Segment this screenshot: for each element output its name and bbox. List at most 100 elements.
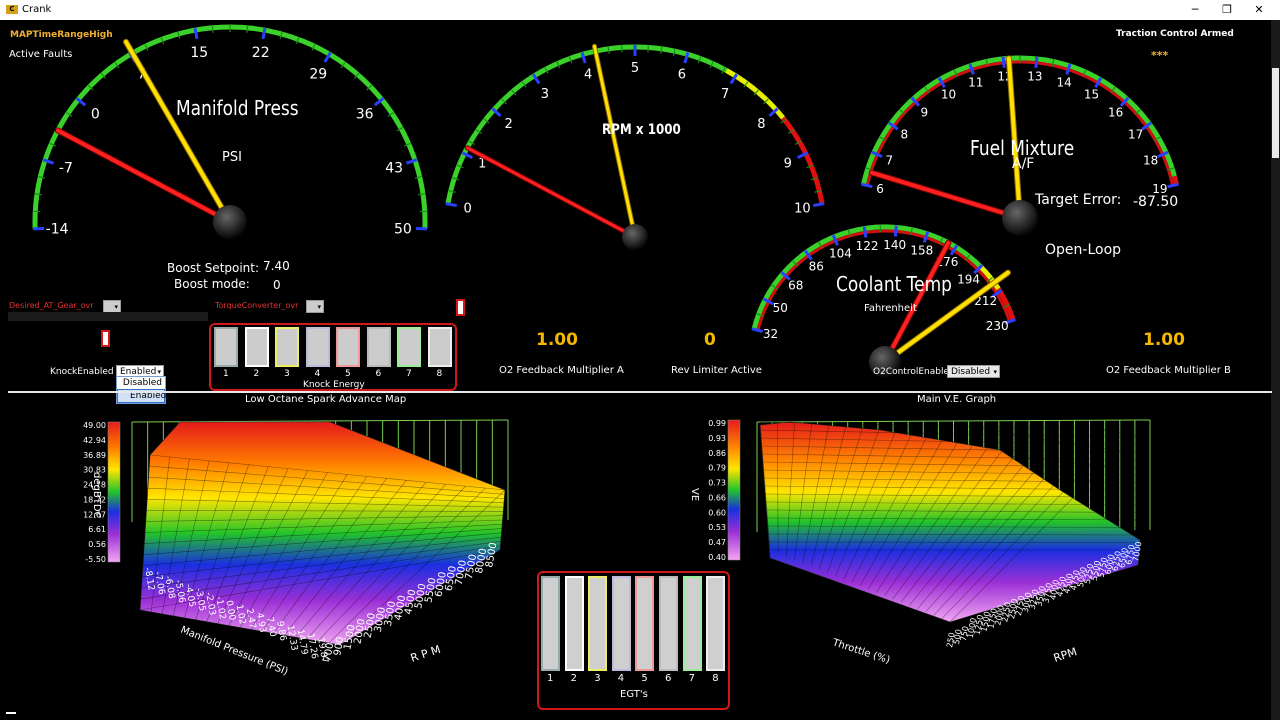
gauge-tick-label: 50 bbox=[773, 301, 788, 315]
gauge-tick-label: 36 bbox=[356, 107, 374, 123]
manifold-gauge-title: Manifold Press bbox=[176, 96, 299, 120]
egt-channel-label: 3 bbox=[594, 673, 601, 684]
spark-advance-surface[interactable]: 49.0042.9436.8930.8324.7818.7212.676.610… bbox=[0, 400, 509, 678]
chevron-down-icon: ▾ bbox=[993, 368, 997, 376]
torque-converter-select[interactable]: ▾ bbox=[306, 300, 324, 313]
boost-mode-label: Boost mode: bbox=[174, 277, 250, 291]
coolant-temp-gauge: 32506886104122 140 158176194212230 bbox=[751, 224, 1016, 378]
gauge-tick-label: -14 bbox=[46, 221, 69, 237]
gauge-tick-label: 4 bbox=[584, 68, 592, 83]
egt-channel-label: 6 bbox=[665, 673, 672, 684]
gauge-tick-label: 15 bbox=[190, 45, 208, 61]
o2-multiplier-b-label: O2 Feedback Multiplier B bbox=[1106, 365, 1231, 376]
knock-channel-bar bbox=[397, 327, 421, 367]
knock-channel-bar bbox=[244, 327, 269, 367]
egt-channel-bar bbox=[564, 576, 584, 671]
gauge-tick-label: 68 bbox=[788, 278, 803, 292]
knock-channel-label: 3 bbox=[284, 369, 290, 379]
egt-channel-bar bbox=[682, 576, 702, 671]
knock-channel-bar bbox=[305, 327, 330, 367]
boost-setpoint-label: Boost Setpoint: bbox=[167, 261, 260, 275]
gauge-tick-label: 9 bbox=[784, 156, 792, 171]
colorbar-tick-label: 0.56 bbox=[88, 540, 106, 549]
gauge-tick-label: 140 bbox=[883, 238, 906, 252]
gauge-tick-label: 104 bbox=[829, 246, 852, 260]
loop-mode-label: Open-Loop bbox=[1045, 242, 1122, 258]
gauge-tick-label: 18 bbox=[1143, 153, 1158, 167]
gauge-tick-label: 6 bbox=[678, 68, 686, 83]
gauge-tick-label: 11 bbox=[968, 76, 983, 90]
gauge-tick-label: 8 bbox=[757, 117, 765, 132]
colorbar-tick-label: 0.99 bbox=[708, 419, 726, 428]
colorbar-tick-label: 49.00 bbox=[83, 421, 106, 430]
manifold-pressure-gauge: -14-707152229364350 bbox=[32, 24, 428, 239]
rpm-gauge: 01234 5 678910 bbox=[445, 43, 825, 250]
gauge-tick-label: 0 bbox=[463, 201, 471, 216]
gauge-tick-label: 17 bbox=[1128, 128, 1143, 142]
egt-channel-label: 7 bbox=[688, 673, 695, 684]
rev-limiter-label: Rev Limiter Active bbox=[671, 365, 762, 376]
knock-energy-label: Knock Energy bbox=[303, 380, 365, 390]
knock-indicator bbox=[101, 330, 110, 347]
colorbar-tick-label: 0.60 bbox=[708, 508, 726, 517]
knock-channel-bar bbox=[275, 327, 299, 367]
knock-channel-label: 2 bbox=[253, 369, 260, 379]
gauge-tick-label: 50 bbox=[394, 221, 412, 237]
gauge-tick-label: 16 bbox=[1108, 105, 1123, 119]
x-axis-label: Throttle (%) bbox=[830, 637, 891, 666]
fuel-gauge-unit: A/F bbox=[1012, 156, 1035, 172]
o2-multiplier-a-label: O2 Feedback Multiplier A bbox=[499, 365, 624, 376]
knock-channel-label: 4 bbox=[314, 369, 321, 379]
z-axis-label: degBTDC bbox=[91, 472, 102, 519]
desired-gear-label: Desired_AT_Gear_ovr bbox=[9, 301, 94, 310]
colorbar-tick-label: 0.93 bbox=[708, 434, 726, 443]
egt-label: EGT's bbox=[620, 689, 648, 700]
knock-channel-bar bbox=[427, 327, 452, 367]
gauge-tick-label: 43 bbox=[385, 161, 403, 177]
colorbar-tick-label: 0.79 bbox=[708, 464, 726, 473]
o2-control-select[interactable]: Disabled ▾ bbox=[947, 365, 1000, 378]
o2-control-value: Disabled bbox=[951, 367, 991, 377]
colorbar-tick-label: 0.66 bbox=[708, 493, 726, 502]
knock-channel-label: 7 bbox=[406, 369, 412, 379]
colorbar-tick-label: 6.61 bbox=[88, 525, 106, 534]
egt-channel-bar bbox=[635, 576, 655, 671]
egt-channel-label: 4 bbox=[617, 673, 625, 684]
colorbar-tick-label: 0.53 bbox=[708, 523, 726, 532]
manifold-gauge-unit: PSI bbox=[222, 150, 242, 165]
egt-channel-label: 2 bbox=[570, 673, 577, 684]
gauge-tick-label: 2 bbox=[505, 117, 513, 132]
gauge-tick-label: 158 bbox=[910, 243, 933, 257]
torque-converter-label: TorqueConverter_ovr bbox=[215, 301, 299, 310]
gauge-tick-label: 22 bbox=[252, 45, 270, 61]
colorbar-tick-label: 42.94 bbox=[83, 436, 106, 445]
y-axis-label: R P M bbox=[409, 643, 442, 665]
gauge-tick-label: 194 bbox=[957, 272, 980, 286]
coolant-gauge-unit: Fahrenheit bbox=[864, 303, 917, 314]
colorbar-tick-label: 0.40 bbox=[708, 553, 726, 562]
gauge-tick-label: 8 bbox=[900, 128, 908, 142]
gauge-tick-label: 5 bbox=[631, 61, 639, 76]
colorbar-tick-label: 0.86 bbox=[708, 449, 726, 458]
gauge-tick-label: 122 bbox=[856, 239, 879, 253]
egt-channel-bar bbox=[588, 576, 608, 671]
knock-channel-bar bbox=[336, 327, 360, 367]
target-error-label: Target Error: bbox=[1035, 192, 1122, 208]
gauge-tick-label: 14 bbox=[1057, 76, 1072, 90]
status-marker bbox=[6, 712, 16, 714]
coolant-gauge-title: Coolant Temp bbox=[836, 272, 952, 296]
panel-divider bbox=[8, 391, 1272, 393]
gauge-tick-label: 230 bbox=[986, 319, 1009, 333]
chevron-down-icon: ▾ bbox=[317, 303, 321, 311]
gauge-tick-label: 10 bbox=[794, 201, 811, 216]
o2-multiplier-a-value: 1.00 bbox=[536, 330, 578, 350]
gauge-tick-label: 15 bbox=[1084, 88, 1099, 102]
gauge-tick-label: 29 bbox=[309, 67, 327, 83]
knock-channel-label: 6 bbox=[375, 369, 382, 379]
colorbar-tick-label: 0.47 bbox=[708, 538, 726, 547]
gauge-tick-label: 7 bbox=[721, 87, 729, 102]
egt-channel-bar bbox=[541, 576, 560, 671]
knock-option-disabled[interactable]: Disabled bbox=[117, 377, 165, 389]
egt-channel-bar bbox=[706, 576, 726, 671]
gauge-tick-label: 3 bbox=[541, 87, 549, 102]
